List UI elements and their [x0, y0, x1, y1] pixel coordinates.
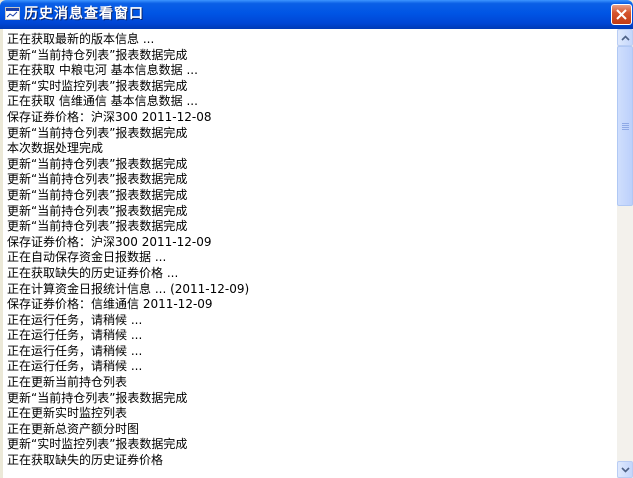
log-line: 正在获取 信维通信 基本信息数据 ...	[7, 94, 198, 109]
log-line: 正在计算资金日报统计信息 ... (2011-12-09)	[7, 281, 250, 296]
vertical-scrollbar[interactable]	[617, 29, 633, 478]
close-button[interactable]	[611, 4, 632, 25]
log-line: 正在更新当前持仓列表	[7, 375, 128, 390]
log-line: 正在获取缺失的历史证券价格	[7, 453, 164, 468]
log-line: 正在自动保存资金日报数据 ...	[7, 250, 167, 265]
scroll-grip-line	[622, 123, 629, 124]
log-line: 正在运行任务，请稍候 ...	[7, 312, 143, 327]
title-bar[interactable]: 历史消息查看窗口	[0, 0, 633, 29]
log-line: 更新“当前持仓列表”报表数据完成	[7, 172, 188, 187]
scroll-down-button[interactable]	[617, 461, 633, 478]
log-line: 正在更新总资产额分时图	[7, 421, 140, 436]
log-line: 正在获取最新的版本信息 ...	[7, 32, 155, 46]
window-title: 历史消息查看窗口	[24, 6, 144, 22]
message-log-list: 正在获取最新的版本信息 ... 更新“当前持仓列表”报表数据完成 正在获取 中粮屯河…	[7, 32, 613, 469]
log-line: 更新“当前持仓列表”报表数据完成	[7, 156, 188, 171]
log-line: 本次数据处理完成	[7, 141, 104, 156]
log-line: 更新“当前持仓列表”报表数据完成	[7, 390, 188, 405]
log-line: 更新“当前持仓列表”报表数据完成	[7, 203, 188, 218]
scroll-grip-line	[622, 125, 629, 126]
window-icon	[5, 7, 20, 20]
log-line: 正在获取缺失的历史证券价格 ...	[7, 265, 179, 280]
scroll-grip-line	[622, 127, 629, 128]
history-message-window: 历史消息查看窗口 正在获取最新的版本信息 ... 更新“当前持仓列表”报表数据完成…	[0, 0, 633, 478]
log-line: 更新“当前持仓列表”报表数据完成	[7, 125, 188, 140]
scroll-up-button[interactable]	[617, 29, 633, 46]
log-line: 正在获取 中粮屯河 基本信息数据 ...	[7, 63, 198, 78]
log-line: 更新“实时监控列表”报表数据完成	[7, 78, 188, 93]
log-line: 正在更新实时监控列表	[7, 406, 128, 421]
close-icon	[616, 9, 627, 20]
scroll-thumb[interactable]	[617, 46, 633, 206]
log-line: 更新“当前持仓列表”报表数据完成	[7, 219, 188, 234]
log-line: 正在运行任务，请稍候 ...	[7, 328, 143, 343]
log-line: 保存证券价格：沪深300 2011-12-08	[7, 109, 212, 124]
log-line: 更新“当前持仓列表”报表数据完成	[7, 187, 188, 202]
log-line: 正在运行任务，请稍候 ...	[7, 359, 143, 374]
log-line: 保存证券价格：信维通信 2011-12-09	[7, 297, 213, 312]
log-line: 保存证券价格：沪深300 2011-12-09	[7, 234, 212, 249]
log-line: 更新“当前持仓列表”报表数据完成	[7, 47, 188, 62]
arrow-down-icon	[621, 467, 630, 473]
log-line: 正在运行任务，请稍候 ...	[7, 343, 143, 358]
log-line: 更新“实时监控列表”报表数据完成	[7, 437, 188, 452]
arrow-up-icon	[621, 35, 630, 41]
scroll-grip-line	[622, 129, 629, 130]
message-log-area[interactable]: 正在获取最新的版本信息 ... 更新“当前持仓列表”报表数据完成 正在获取 中粮屯河…	[3, 29, 617, 478]
